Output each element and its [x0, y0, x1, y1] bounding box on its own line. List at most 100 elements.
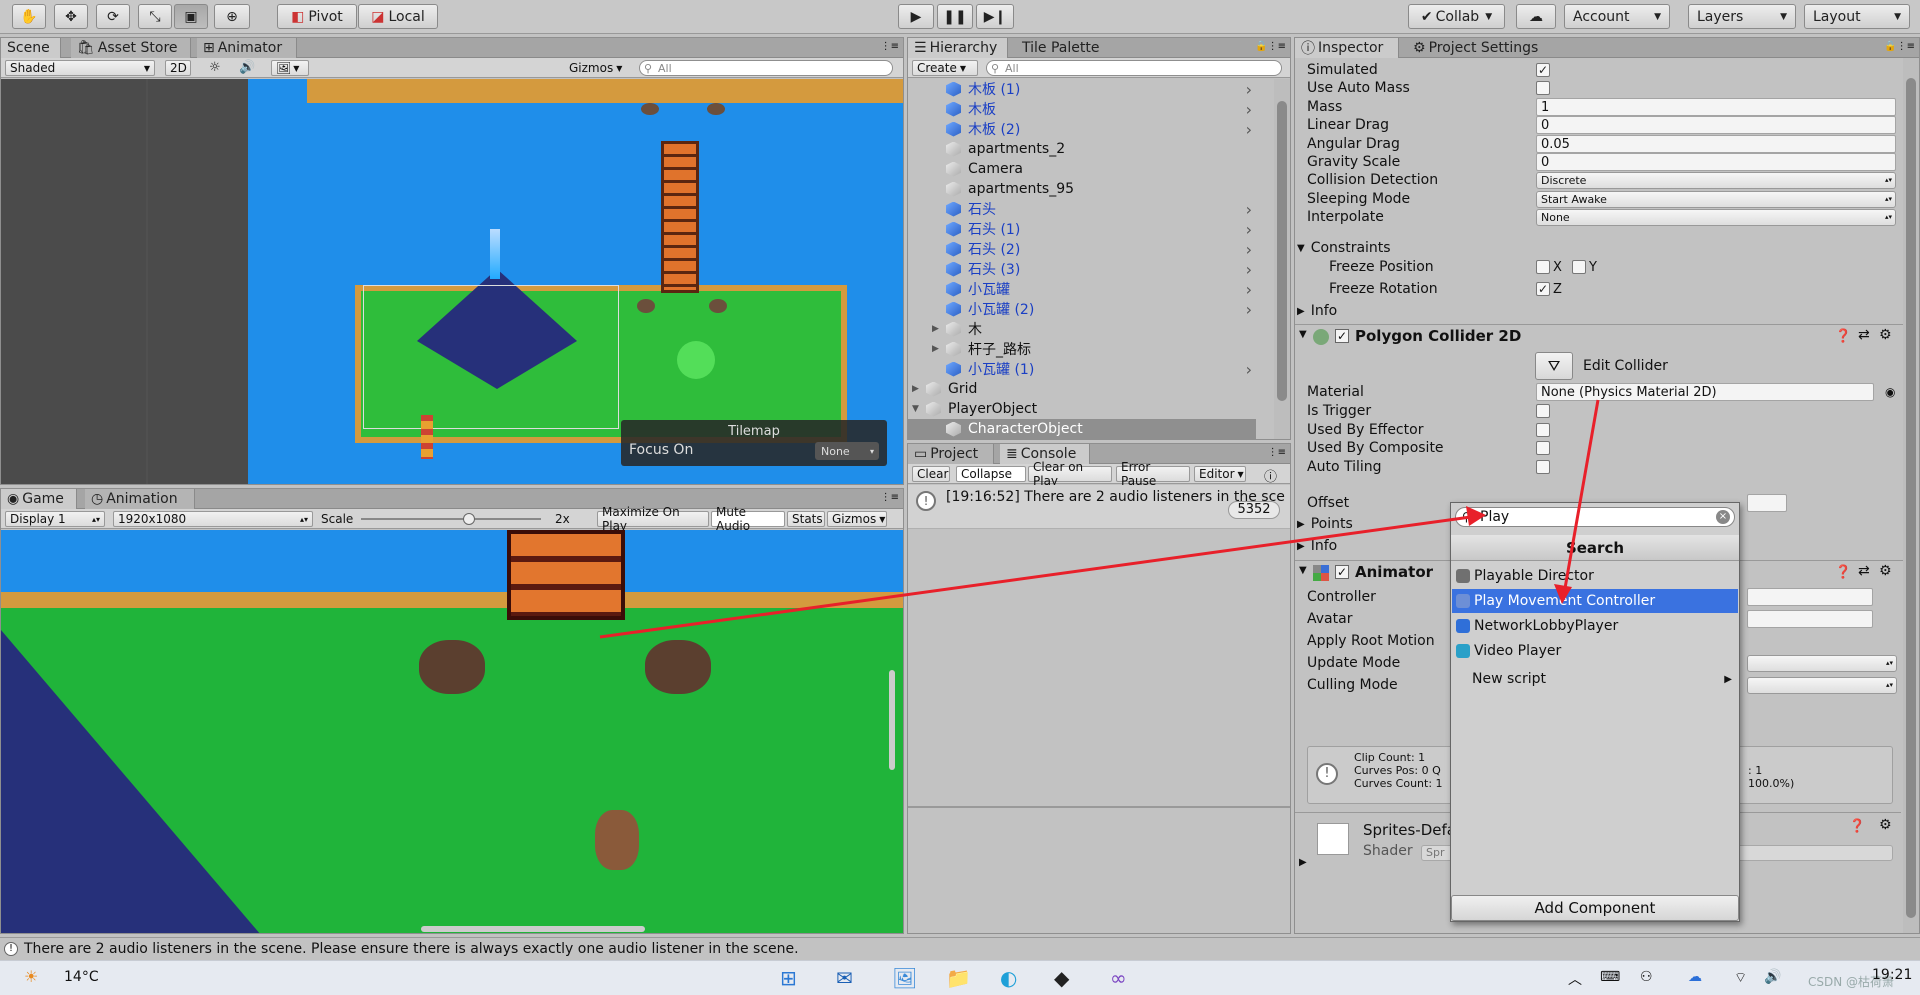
tray-app-icon[interactable]: ⚇	[1640, 969, 1653, 985]
start-icon[interactable]: ⊞	[780, 966, 797, 990]
property-dropdown[interactable]: Start Awake	[1536, 190, 1896, 208]
hierarchy-item[interactable]: ▶ Grid	[908, 379, 1256, 399]
add-component-button[interactable]: Add Component	[1451, 895, 1739, 921]
component-option[interactable]: Play Movement Controller	[1452, 589, 1738, 613]
rotate-tool-icon[interactable]: ⟳	[96, 4, 130, 29]
character-gizmo[interactable]	[677, 341, 715, 379]
game-scrollbar[interactable]	[889, 670, 895, 770]
folder-icon[interactable]: 📁	[946, 966, 971, 990]
shading-dropdown[interactable]: Shaded ▼	[5, 60, 155, 76]
inspector-scroll-thumb[interactable]	[1906, 78, 1916, 918]
transform-tool-icon[interactable]: ⊕	[214, 4, 250, 29]
tab-game[interactable]: ◉ Game	[1, 489, 77, 509]
lock-icon[interactable]: 🔒⋮≡	[1884, 41, 1915, 52]
game-viewport[interactable]	[1, 530, 903, 933]
hierarchy-item[interactable]: ▶ 木	[908, 319, 1256, 339]
offset-field[interactable]	[1747, 494, 1787, 512]
resolution-dropdown[interactable]: 1920x1080 ▴▾	[113, 511, 313, 527]
status-message[interactable]: There are 2 audio listeners in the scene…	[24, 941, 799, 957]
mute-audio-toggle[interactable]: Mute Audio	[711, 505, 785, 533]
console-splitter[interactable]	[908, 806, 1290, 808]
property-checkbox[interactable]: ✓	[1536, 63, 1550, 77]
object-picker-icon[interactable]: ◉	[1885, 385, 1895, 399]
hierarchy-item[interactable]: apartments_95	[908, 179, 1256, 199]
property-dropdown[interactable]	[1747, 654, 1897, 672]
property-dropdown[interactable]: Discrete	[1536, 171, 1896, 189]
chevron-right-icon[interactable]: ›	[1246, 100, 1252, 119]
property-checkbox[interactable]	[1536, 441, 1550, 455]
freeze-z-checkbox[interactable]: ✓	[1536, 282, 1550, 296]
2d-toggle[interactable]: 2D	[165, 60, 191, 76]
cloud-icon[interactable]: ☁	[1516, 4, 1556, 29]
hierarchy-item[interactable]: 石头 (1) ›	[908, 219, 1256, 239]
chevron-right-icon[interactable]: ›	[1246, 120, 1252, 139]
preset-icon[interactable]: ⇄	[1858, 563, 1870, 579]
property-dropdown[interactable]	[1747, 676, 1897, 694]
local-toggle[interactable]: ◪ Local	[358, 4, 438, 29]
stats-toggle[interactable]: Stats	[787, 511, 825, 527]
fold-closed-icon[interactable]: ▶	[932, 324, 939, 334]
fold-open-icon[interactable]: ▼	[912, 404, 919, 414]
lighting-icon[interactable]: ☼	[209, 60, 221, 75]
visual-studio-icon[interactable]: ∞	[1110, 966, 1127, 990]
hand-tool-icon[interactable]: ✋	[12, 4, 46, 29]
chevron-right-icon[interactable]: ›	[1246, 360, 1252, 379]
rect-tool-icon[interactable]: ▣	[174, 4, 208, 29]
object-field[interactable]	[1747, 610, 1873, 628]
info-foldout[interactable]: ▶ Info	[1297, 300, 1919, 322]
hierarchy-item[interactable]: ▶ 杆子_路标	[908, 339, 1256, 359]
mail-icon[interactable]: ✉	[836, 966, 853, 990]
tab-project[interactable]: ▭ Project	[908, 444, 994, 464]
freeze-x-checkbox[interactable]	[1536, 260, 1550, 274]
panel-menu-icon[interactable]: ⋮≡	[881, 41, 899, 52]
layout-dropdown[interactable]: Layout ▼	[1804, 4, 1910, 29]
create-dropdown[interactable]: Create ▼	[912, 60, 978, 76]
scale-tool-icon[interactable]: ⤡	[138, 4, 172, 29]
step-button[interactable]: ▶❙	[976, 4, 1014, 29]
warning-filter-icon[interactable]: ⓘ	[1264, 466, 1277, 485]
animator-enabled-checkbox[interactable]: ✓	[1335, 565, 1349, 579]
fold-closed-icon[interactable]: ▶	[1299, 857, 1307, 868]
hierarchy-item[interactable]: 小瓦罐 (1) ›	[908, 359, 1256, 379]
hierarchy-item[interactable]: apartments_2	[908, 139, 1256, 159]
scene-search-input[interactable]: ⚲ All	[639, 60, 893, 76]
keyboard-icon[interactable]: ⌨	[1600, 969, 1620, 985]
audio-icon[interactable]: 🔊	[239, 60, 255, 75]
account-dropdown[interactable]: Account ▼	[1564, 4, 1670, 29]
wifi-icon[interactable]: ⌔	[1734, 969, 1747, 987]
hierarchy-item[interactable]: CharacterObject	[908, 419, 1256, 439]
gear-icon[interactable]: ⚙	[1879, 327, 1892, 343]
maximize-on-play-toggle[interactable]: Maximize On Play	[597, 505, 709, 533]
tab-inspector[interactable]: ⓘ Inspector	[1295, 38, 1399, 58]
scale-slider[interactable]	[361, 513, 541, 525]
polygon-collider-enabled-checkbox[interactable]: ✓	[1335, 329, 1349, 343]
preset-icon[interactable]: ⇄	[1858, 327, 1870, 343]
tab-scene[interactable]: Scene	[1, 38, 61, 58]
hierarchy-search-input[interactable]: ⚲ All	[986, 60, 1282, 76]
material-field[interactable]: None (Physics Material 2D)	[1536, 383, 1874, 401]
component-search-input[interactable]: ⚲ Play ×	[1455, 507, 1735, 527]
hierarchy-item[interactable]: 木板 ›	[908, 99, 1256, 119]
hierarchy-item[interactable]: Camera	[908, 159, 1256, 179]
game-hscrollbar[interactable]	[421, 926, 645, 932]
hierarchy-item[interactable]: 木板 (1) ›	[908, 79, 1256, 99]
hierarchy-item[interactable]: 小瓦罐 ›	[908, 279, 1256, 299]
focus-dropdown[interactable]: None ▾	[815, 442, 879, 460]
chevron-right-icon[interactable]: ›	[1246, 80, 1252, 99]
component-option[interactable]: Playable Director	[1452, 564, 1738, 588]
scene-viewport[interactable]: Tilemap Focus On None ▾	[1, 79, 903, 484]
panel-menu-icon[interactable]: ⋮≡	[881, 492, 899, 503]
tab-project-settings[interactable]: ⚙ Project Settings	[1407, 38, 1553, 58]
clear-on-play-toggle[interactable]: Clear on Play	[1028, 460, 1112, 488]
property-checkbox[interactable]	[1536, 422, 1550, 437]
error-pause-toggle[interactable]: Error Pause	[1116, 460, 1190, 488]
display-dropdown[interactable]: Display 1 ▴▾	[5, 511, 105, 527]
chevron-right-icon[interactable]: ›	[1246, 280, 1252, 299]
chevron-right-icon[interactable]: ›	[1246, 260, 1252, 279]
freeze-y-checkbox[interactable]	[1572, 260, 1586, 274]
photos-icon[interactable]: 🖼	[892, 966, 917, 990]
chevron-right-icon[interactable]: ›	[1246, 240, 1252, 259]
clear-button[interactable]: Clear	[912, 466, 950, 482]
weather-icon[interactable]: ☀	[24, 967, 38, 986]
edge-icon[interactable]: ◐	[1000, 966, 1017, 990]
